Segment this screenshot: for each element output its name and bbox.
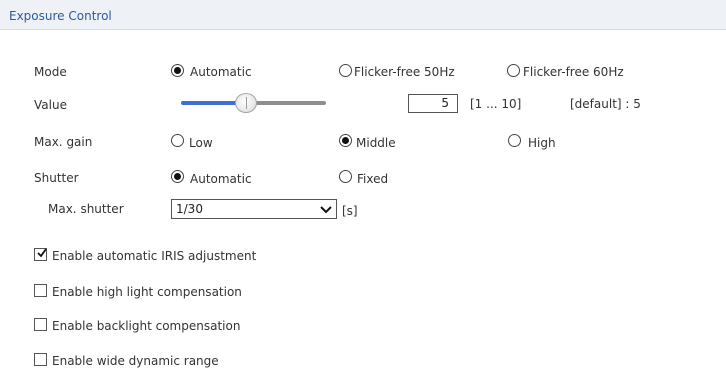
high-light-label: Enable high light compensation bbox=[52, 285, 242, 299]
mode-flicker50-label: Flicker-free 50Hz bbox=[354, 65, 455, 79]
gain-low-label: Low bbox=[189, 136, 213, 150]
mode-label: Mode bbox=[34, 65, 67, 79]
mode-flicker60-label: Flicker-free 60Hz bbox=[523, 65, 624, 79]
mode-automatic-radio[interactable] bbox=[171, 64, 184, 77]
shutter-fixed-label: Fixed bbox=[357, 172, 389, 186]
section-title: Exposure Control bbox=[9, 9, 112, 23]
gain-low-radio[interactable] bbox=[171, 134, 184, 147]
value-label: Value bbox=[34, 98, 67, 112]
gain-middle-label: Middle bbox=[356, 136, 396, 150]
mode-automatic-label: Automatic bbox=[190, 65, 252, 79]
max-shutter-select[interactable]: 1/30 bbox=[171, 199, 337, 219]
mode-flicker50-radio[interactable] bbox=[339, 64, 352, 77]
max-gain-label: Max. gain bbox=[34, 135, 93, 149]
iris-checkbox[interactable] bbox=[34, 248, 47, 261]
gain-high-radio[interactable] bbox=[508, 134, 521, 147]
shutter-automatic-label: Automatic bbox=[190, 172, 252, 186]
wdr-checkbox[interactable] bbox=[34, 353, 47, 366]
value-range: [1 ... 10] bbox=[470, 97, 522, 111]
check-icon bbox=[37, 248, 47, 258]
value-slider-track[interactable] bbox=[251, 101, 326, 105]
gain-middle-radio[interactable] bbox=[339, 134, 352, 147]
gain-high-label: High bbox=[528, 136, 556, 150]
max-shutter-label: Max. shutter bbox=[48, 202, 124, 216]
backlight-label: Enable backlight compensation bbox=[52, 319, 241, 333]
chevron-down-icon bbox=[320, 206, 332, 214]
shutter-automatic-radio[interactable] bbox=[171, 170, 184, 183]
mode-flicker60-radio[interactable] bbox=[507, 64, 520, 77]
max-shutter-unit: [s] bbox=[342, 204, 358, 218]
value-input[interactable]: 5 bbox=[408, 94, 458, 113]
high-light-checkbox[interactable] bbox=[34, 284, 47, 297]
section-header: Exposure Control bbox=[0, 0, 726, 30]
max-shutter-value: 1/30 bbox=[176, 202, 203, 216]
value-slider-thumb[interactable] bbox=[235, 93, 257, 113]
value-default: [default] : 5 bbox=[570, 97, 641, 111]
shutter-fixed-radio[interactable] bbox=[339, 170, 352, 183]
shutter-label: Shutter bbox=[34, 171, 79, 185]
wdr-label: Enable wide dynamic range bbox=[52, 354, 219, 368]
iris-label: Enable automatic IRIS adjustment bbox=[52, 249, 257, 263]
backlight-checkbox[interactable] bbox=[34, 318, 47, 331]
